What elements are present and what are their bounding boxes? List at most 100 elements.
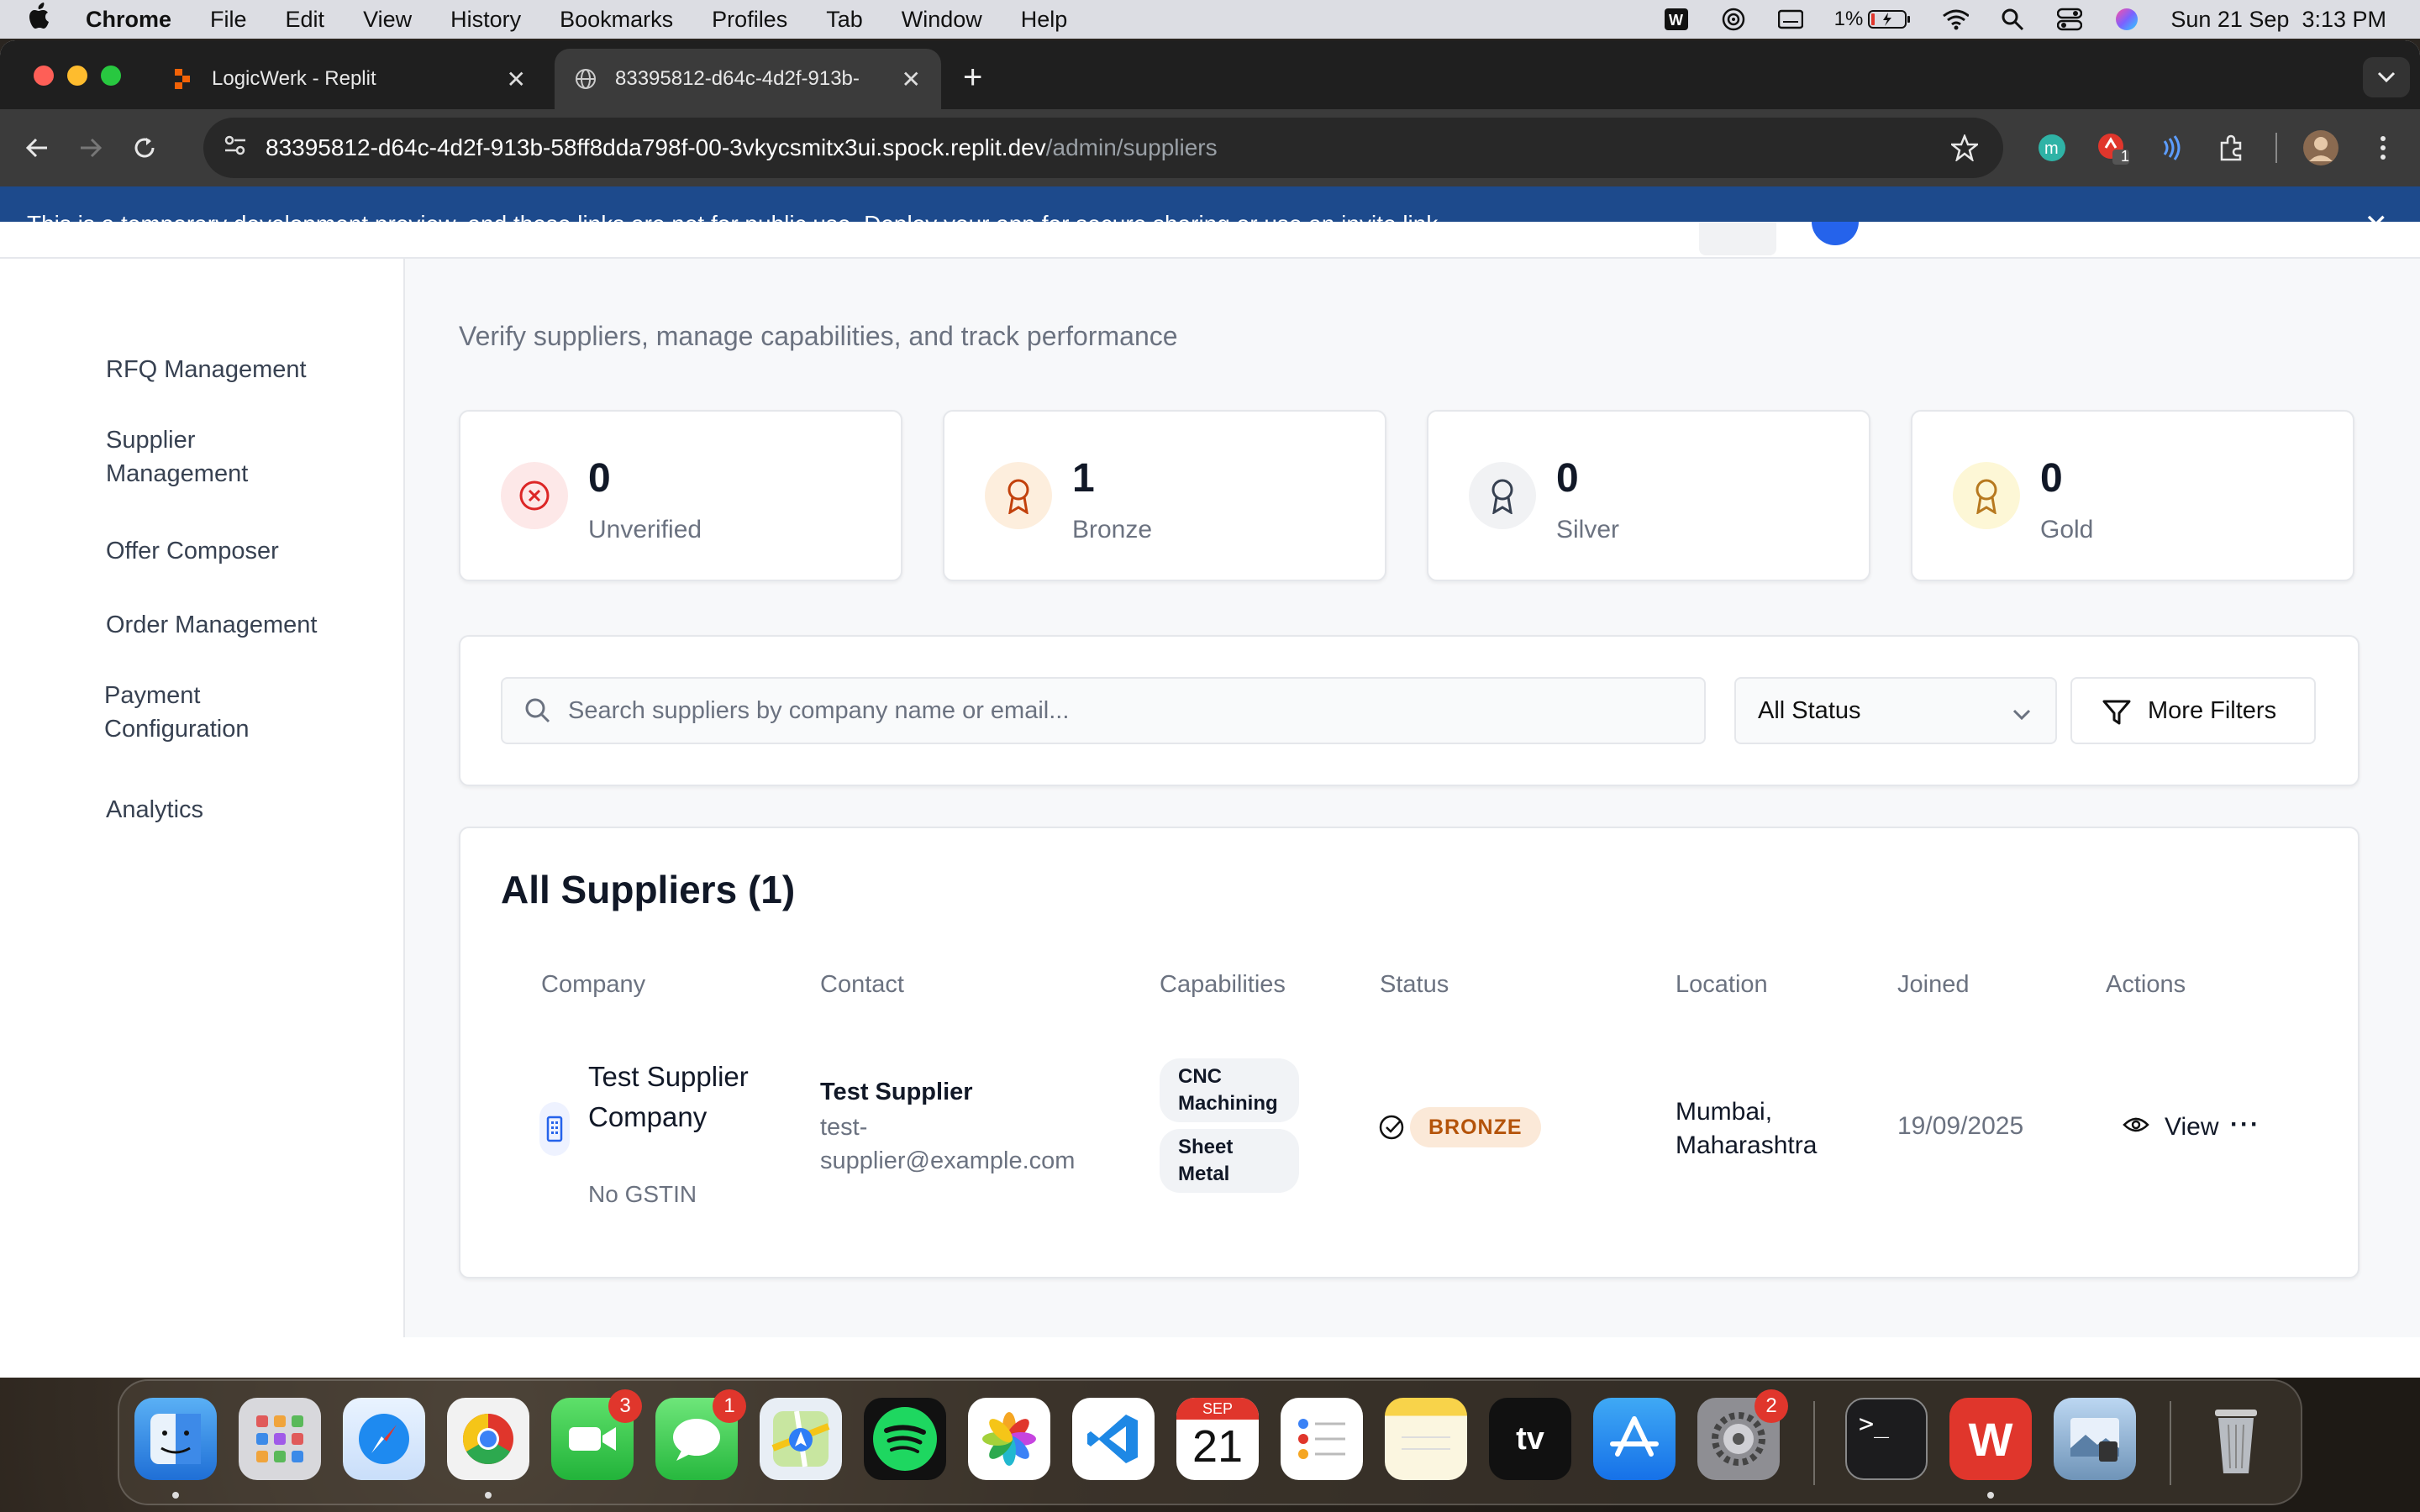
site-info-icon[interactable]	[224, 134, 247, 162]
search-input[interactable]	[568, 679, 1677, 743]
sidebar-item-rfq-management[interactable]: RFQ Management	[106, 353, 375, 386]
view-supplier-button[interactable]: View	[2123, 1105, 2218, 1149]
app-store-icon[interactable]	[1593, 1398, 1676, 1480]
more-filters-button[interactable]: More Filters	[2070, 677, 2316, 744]
address-bar[interactable]: 83395812-d64c-4d2f-913b-58ff8dda798f-00-…	[203, 118, 2003, 178]
sidebar-item-order-management[interactable]: Order Management	[106, 608, 375, 642]
stat-card-gold[interactable]: 0 Gold	[1911, 410, 2354, 581]
facetime-icon[interactable]: 3	[551, 1389, 642, 1480]
terminal-icon[interactable]: >_	[1845, 1398, 1928, 1480]
menubar-clock[interactable]: Sun 21 Sep 3:13 PM	[2170, 7, 2386, 33]
safari-icon[interactable]	[343, 1398, 425, 1480]
stat-value: 1	[1072, 456, 1095, 501]
calendar-icon[interactable]: SEP 21	[1176, 1398, 1259, 1480]
x-circle-icon	[501, 462, 568, 529]
menu-profiles[interactable]: Profiles	[712, 7, 787, 33]
photos-icon[interactable]	[968, 1398, 1050, 1480]
spotlight-search-icon[interactable]	[1999, 8, 2026, 31]
back-button[interactable]	[20, 131, 54, 165]
tab-logicwerk-replit[interactable]: LogicWerk - Replit ✕	[151, 49, 546, 109]
apple-tv-icon[interactable]: tv	[1489, 1398, 1571, 1480]
notes-icon[interactable]	[1385, 1398, 1467, 1480]
column-header-status: Status	[1380, 971, 1449, 998]
extension-audio-icon[interactable]	[2151, 128, 2191, 168]
menu-view[interactable]: View	[363, 7, 412, 33]
row-more-actions-button[interactable]: ···	[2230, 1110, 2260, 1139]
stat-card-silver[interactable]: 0 Silver	[1427, 410, 1870, 581]
apple-icon[interactable]	[29, 3, 62, 36]
bookmark-star-icon[interactable]	[1949, 133, 1981, 167]
keyboard-icon[interactable]	[1777, 8, 1804, 31]
capability-tag: Sheet Metal	[1160, 1129, 1299, 1193]
menu-help[interactable]: Help	[1021, 7, 1068, 33]
company-gstin: No GSTIN	[588, 1181, 697, 1207]
sidebar-item-analytics[interactable]: Analytics	[106, 793, 375, 827]
menu-window[interactable]: Window	[902, 7, 982, 33]
wps-icon[interactable]: W	[1663, 8, 1690, 31]
svg-text:W: W	[1669, 12, 1683, 29]
menu-tab[interactable]: Tab	[826, 7, 863, 33]
dock-separator	[2170, 1401, 2171, 1485]
search-box[interactable]	[501, 677, 1706, 744]
finder-icon[interactable]	[134, 1398, 217, 1480]
main-content: Verify suppliers, manage capabilities, a…	[405, 222, 2420, 1337]
reload-button[interactable]	[128, 131, 161, 165]
sidebar-item-payment-configuration[interactable]: Payment Configuration	[104, 679, 289, 746]
system-settings-icon[interactable]: 2	[1697, 1389, 1788, 1480]
stat-card-bronze[interactable]: 1 Bronze	[943, 410, 1386, 581]
column-header-capabilities: Capabilities	[1160, 971, 1286, 998]
minimize-window-button[interactable]	[67, 66, 87, 86]
menu-history[interactable]: History	[450, 7, 521, 33]
maps-icon[interactable]	[760, 1398, 842, 1480]
chrome-menu-icon[interactable]	[2363, 128, 2403, 168]
wps-office-icon[interactable]: W	[1949, 1398, 2032, 1480]
profile-avatar[interactable]	[2301, 128, 2341, 168]
zoom-window-button[interactable]	[101, 66, 121, 86]
stat-label: Gold	[2040, 516, 2094, 543]
extension-red-icon[interactable]: 1	[2092, 128, 2133, 168]
status-filter-select[interactable]: All Status	[1734, 677, 2057, 744]
extension-m-icon[interactable]: m	[2032, 128, 2072, 168]
close-window-button[interactable]	[34, 66, 54, 86]
spotify-icon[interactable]	[864, 1398, 946, 1480]
preview-icon[interactable]	[2054, 1398, 2136, 1480]
more-filters-label: More Filters	[2148, 696, 2277, 724]
table-title: All Suppliers (1)	[501, 868, 796, 911]
url-host: 83395812-d64c-4d2f-913b-58ff8dda798f-00-…	[266, 134, 1046, 160]
menu-bookmarks[interactable]: Bookmarks	[560, 7, 673, 33]
contact-name: Test Supplier	[820, 1079, 973, 1105]
menu-file[interactable]: File	[210, 7, 247, 33]
status-filter-value: All Status	[1758, 696, 1861, 724]
filter-bar: All Status More Filters	[459, 635, 2360, 786]
vscode-icon[interactable]	[1072, 1398, 1155, 1480]
menu-app-name[interactable]: Chrome	[86, 7, 171, 33]
menu-edit[interactable]: Edit	[286, 7, 325, 33]
new-tab-button[interactable]: +	[963, 59, 982, 97]
company-name[interactable]: Test Supplier Company	[588, 1057, 756, 1137]
chrome-icon[interactable]	[447, 1398, 529, 1480]
stat-card-unverified[interactable]: 0 Unverified	[459, 410, 902, 581]
tab-active-preview[interactable]: 83395812-d64c-4d2f-913b- ✕	[555, 49, 941, 109]
close-tab-icon[interactable]: ✕	[902, 66, 921, 93]
sidebar-item-offer-composer[interactable]: Offer Composer	[106, 534, 375, 568]
notification-badge: 3	[608, 1389, 642, 1423]
forward-button[interactable]	[74, 131, 108, 165]
airdrop-icon[interactable]	[1720, 8, 1747, 31]
page-subtitle: Verify suppliers, manage capabilities, a…	[459, 321, 1178, 351]
sidebar-item-supplier-management[interactable]: Supplier Management	[106, 423, 291, 491]
control-center-icon[interactable]	[2056, 8, 2083, 31]
notification-badge: 2	[1754, 1389, 1788, 1423]
battery-status[interactable]: 1%	[1834, 8, 1912, 31]
tab-search-button[interactable]	[2363, 57, 2410, 97]
wifi-icon[interactable]	[1942, 8, 1970, 31]
browser-toolbar: 83395812-d64c-4d2f-913b-58ff8dda798f-00-…	[0, 109, 2420, 186]
extensions-puzzle-icon[interactable]	[2212, 128, 2252, 168]
close-tab-icon[interactable]: ✕	[507, 66, 526, 93]
trash-icon[interactable]	[2195, 1398, 2277, 1480]
column-header-location: Location	[1676, 971, 1768, 998]
reminders-icon[interactable]	[1281, 1398, 1363, 1480]
siri-icon[interactable]	[2113, 8, 2140, 31]
launchpad-icon[interactable]	[239, 1398, 321, 1480]
messages-icon[interactable]: 1	[655, 1389, 746, 1480]
stat-label: Bronze	[1072, 516, 1153, 543]
